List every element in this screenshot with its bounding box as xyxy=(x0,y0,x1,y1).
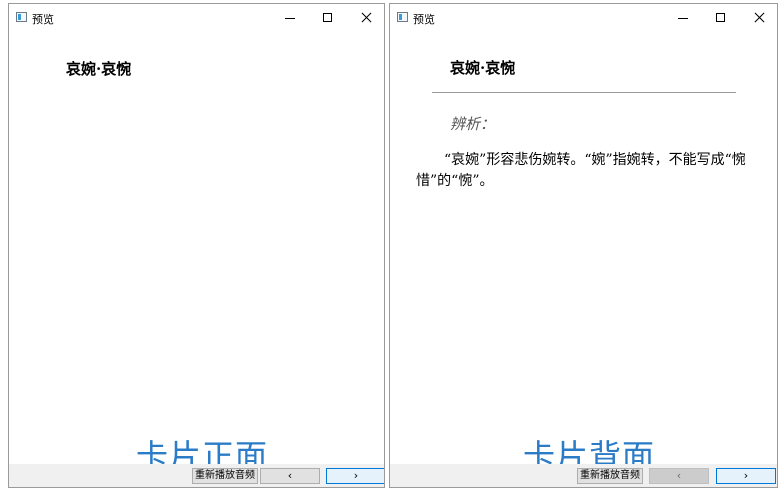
app-window-icon xyxy=(397,12,408,22)
replay-audio-button[interactable]: 重新播放音频 xyxy=(577,468,643,484)
app-window-icon xyxy=(16,12,27,22)
analysis-label: 辨析： xyxy=(450,115,496,133)
chevron-left-icon: ‹ xyxy=(676,469,682,482)
explanation-text: “哀婉”形容悲伤婉转。“婉”指婉转，不能写成“惋惜”的“惋”。 xyxy=(416,152,746,189)
window-title: 预览 xyxy=(32,13,54,26)
title-bar[interactable]: 预览 xyxy=(9,4,384,32)
next-button[interactable]: › xyxy=(326,468,384,484)
footer-toolbar: 重新播放音频 ‹ › xyxy=(9,464,384,487)
card-front-title: 哀婉·哀惋 xyxy=(66,60,132,78)
divider xyxy=(432,92,736,93)
next-button[interactable]: › xyxy=(716,468,776,484)
preview-window-front: 预览 哀婉·哀惋 卡片正面 重新播放音频 ‹ › xyxy=(8,3,385,488)
close-icon[interactable] xyxy=(741,4,777,32)
replay-audio-button[interactable]: 重新播放音频 xyxy=(192,468,258,484)
maximize-icon[interactable] xyxy=(310,4,346,32)
close-icon[interactable] xyxy=(348,4,384,32)
footer-toolbar: 重新播放音频 ‹ › xyxy=(390,464,777,487)
previous-button[interactable]: ‹ xyxy=(260,468,320,484)
preview-window-back: 预览 哀婉·哀惋 辨析： “哀婉”形容悲伤婉转。“婉”指婉转，不能写成“惋惜”的… xyxy=(389,3,778,488)
chevron-left-icon: ‹ xyxy=(287,469,293,482)
minimize-icon[interactable] xyxy=(272,4,308,32)
maximize-icon[interactable] xyxy=(703,4,739,32)
previous-button[interactable]: ‹ xyxy=(649,468,709,484)
minimize-icon[interactable] xyxy=(665,4,701,32)
title-bar[interactable]: 预览 xyxy=(390,4,777,32)
chevron-right-icon: › xyxy=(743,469,749,482)
card-back-title: 哀婉·哀惋 xyxy=(450,59,516,77)
chevron-right-icon: › xyxy=(353,469,359,482)
window-title: 预览 xyxy=(413,13,435,26)
